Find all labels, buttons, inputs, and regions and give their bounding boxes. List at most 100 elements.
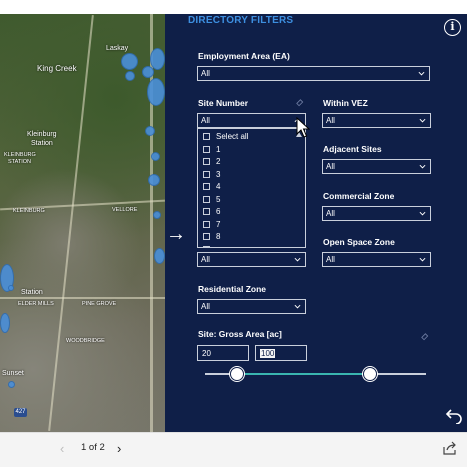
option-label: 6 [216, 207, 221, 216]
highway-shield: 427 [14, 408, 27, 417]
list-item-partial[interactable] [203, 245, 216, 247]
eraser-icon[interactable] [420, 332, 429, 341]
gross-area-min-input[interactable]: 20 [197, 345, 249, 361]
map-road [48, 15, 94, 431]
chevron-left-icon[interactable]: ‹ [60, 441, 64, 456]
option-select-all[interactable]: Select all [203, 132, 248, 144]
gross-area-max-input[interactable]: 100 [255, 345, 307, 361]
adjacent-sites-label: Adjacent Sites [323, 144, 382, 154]
map-label: Station [21, 289, 43, 296]
min-value: 20 [202, 349, 211, 358]
checkbox[interactable] [203, 183, 210, 190]
share-icon[interactable] [443, 441, 457, 455]
employment-area-label: Employment Area (EA) [198, 51, 290, 61]
list-item[interactable]: 1 [203, 145, 220, 157]
site-bubble[interactable] [125, 71, 135, 81]
checkbox[interactable] [203, 220, 210, 228]
list-item[interactable]: 8 [203, 232, 220, 244]
site-bubble[interactable] [154, 248, 165, 264]
checkbox[interactable] [203, 245, 210, 247]
option-label: 4 [216, 182, 221, 191]
range-slider-fill [237, 373, 370, 375]
checkbox[interactable] [203, 158, 210, 165]
site-bubble[interactable] [0, 313, 10, 333]
map-label: Kleinburg [27, 131, 57, 138]
dropdown-value: All [326, 209, 335, 218]
open-space-zone-dropdown[interactable]: All [322, 252, 431, 267]
panel-title: DIRECTORY FILTERS [188, 15, 294, 26]
dropdown-value: All [201, 302, 210, 311]
eraser-icon[interactable] [295, 98, 304, 107]
back-icon[interactable] [445, 406, 463, 424]
option-label: 3 [216, 169, 221, 179]
info-icon[interactable]: i [444, 19, 461, 36]
chevron-right-icon[interactable]: › [117, 441, 121, 456]
list-item[interactable]: 6 [203, 207, 220, 219]
dropdown-value: All [201, 69, 210, 78]
site-bubble[interactable] [148, 174, 160, 186]
option-label: 2 [216, 157, 221, 166]
dropdown-value: All [326, 116, 335, 125]
option-label: 7 [216, 219, 221, 229]
page-navigation-bar: ‹ 1 of 2 › [0, 432, 467, 467]
adjacent-sites-dropdown[interactable]: All [322, 159, 431, 174]
option-label: 1 [216, 144, 221, 154]
range-slider-max-thumb[interactable] [363, 367, 377, 381]
option-label: Select all [216, 132, 249, 141]
gross-area-label: Site: Gross Area [ac] [198, 329, 282, 339]
chevron-down-icon [294, 304, 301, 309]
site-bubble[interactable] [151, 152, 160, 161]
site-bubble[interactable] [147, 78, 165, 106]
map-label: KLEINBURG [13, 208, 45, 214]
commercial-zone-label: Commercial Zone [323, 191, 395, 201]
within-vez-label: Within VEZ [323, 98, 368, 108]
list-item[interactable]: 3 [203, 170, 220, 182]
map-label: Laskay [106, 45, 129, 52]
dropdown-value: All [326, 162, 335, 171]
map-label: STATION [8, 159, 32, 165]
checkbox[interactable] [203, 233, 210, 240]
site-number-label: Site Number [198, 98, 249, 108]
arrow-right-icon[interactable]: → [166, 224, 186, 244]
hidden-filter-dropdown[interactable]: All [197, 252, 306, 267]
within-vez-dropdown[interactable]: All [322, 113, 431, 128]
list-item[interactable]: 2 [203, 157, 220, 169]
chevron-down-icon [419, 211, 426, 216]
chevron-down-icon [418, 71, 425, 76]
dropdown-value: All [201, 255, 210, 264]
range-slider-min-thumb[interactable] [230, 367, 244, 381]
map-view[interactable]: Laskay King Creek Kleinburg Station KLEI… [0, 14, 165, 432]
site-bubble[interactable] [145, 126, 155, 136]
page-indicator: 1 of 2 [81, 442, 105, 453]
map-label: VELLORE [112, 207, 138, 213]
dropdown-value: All [201, 116, 210, 125]
map-label: King Creek [37, 64, 77, 73]
site-bubble[interactable] [8, 285, 14, 291]
checkbox[interactable] [203, 170, 210, 178]
site-bubble[interactable] [8, 381, 15, 388]
checkbox[interactable] [203, 195, 210, 203]
residential-zone-dropdown[interactable]: All [197, 299, 306, 314]
site-bubble[interactable] [121, 53, 138, 70]
map-label: KLEINBURG [4, 152, 36, 158]
checkbox[interactable] [203, 133, 210, 140]
commercial-zone-dropdown[interactable]: All [322, 206, 431, 221]
checkbox[interactable] [203, 145, 210, 153]
mouse-pointer-icon [296, 117, 310, 138]
open-space-zone-label: Open Space Zone [323, 237, 395, 247]
list-item[interactable]: 5 [203, 195, 220, 207]
map-label: Station [31, 140, 53, 147]
list-item[interactable]: 4 [203, 182, 220, 194]
dropdown-value: All [326, 255, 335, 264]
site-number-dropdown[interactable]: All [197, 113, 306, 128]
map-road [0, 297, 165, 299]
site-number-listbox[interactable]: Select all 1 2 3 4 5 6 7 8 [197, 128, 306, 248]
employment-area-dropdown[interactable]: All [197, 66, 430, 81]
site-bubble[interactable] [150, 48, 165, 70]
chevron-down-icon [419, 118, 426, 123]
checkbox[interactable] [203, 208, 210, 215]
site-bubble[interactable] [153, 211, 161, 219]
chevron-down-icon [419, 164, 426, 169]
list-item[interactable]: 7 [203, 220, 220, 232]
max-value: 100 [260, 349, 276, 358]
